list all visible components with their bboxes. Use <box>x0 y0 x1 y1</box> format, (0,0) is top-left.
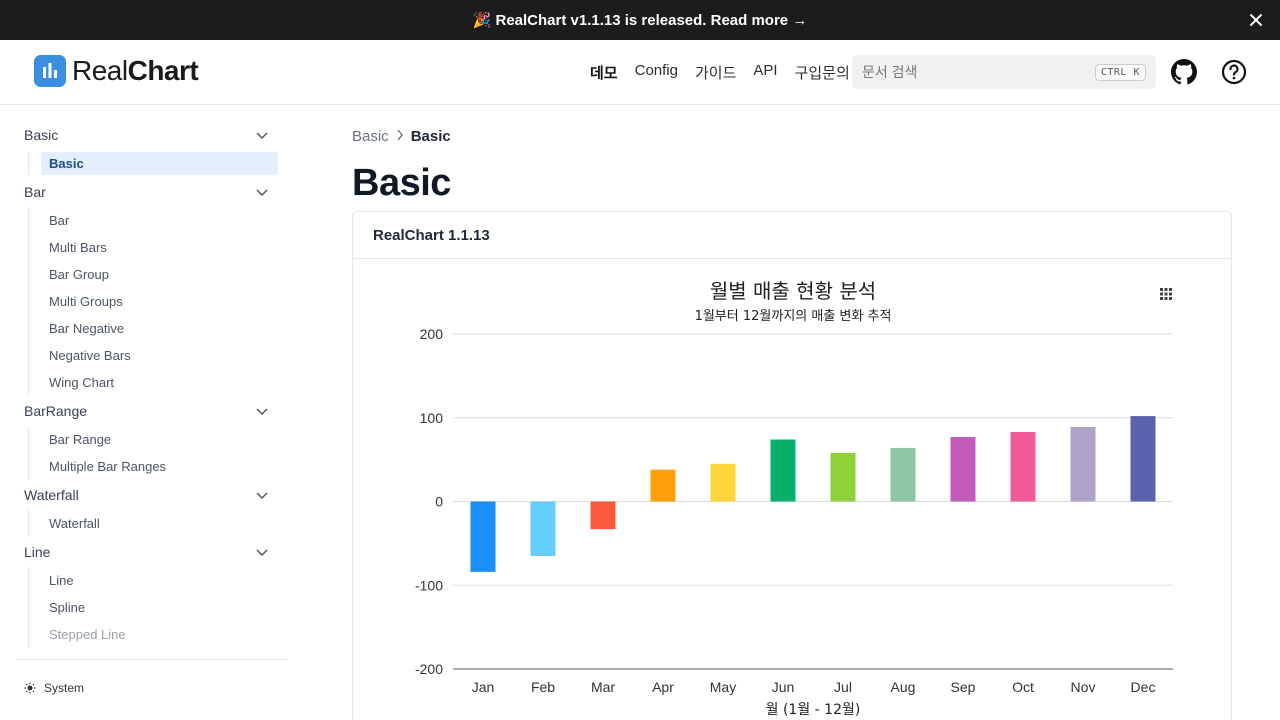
sidebar-item-basic[interactable]: Basic <box>41 152 278 175</box>
sidebar-item-wing-chart[interactable]: Wing Chart <box>29 369 288 396</box>
nav-config[interactable]: Config <box>635 62 678 83</box>
theme-label: System <box>44 681 85 695</box>
nav-demo[interactable]: 데모 <box>590 62 618 83</box>
sidebar-item-waterfall[interactable]: Waterfall <box>29 510 288 537</box>
close-icon[interactable] <box>1246 10 1266 30</box>
section-title: Waterfall <box>24 487 79 503</box>
sidebar-section-items: Basic <box>28 152 288 175</box>
sidebar-item-stepped-line[interactable]: Stepped Line <box>29 621 288 648</box>
bar-feb <box>530 501 556 556</box>
y-tick-label: 200 <box>420 326 444 342</box>
x-tick-label: Sep <box>951 679 976 695</box>
announcement-link[interactable]: 🎉 RealChart v1.1.13 is released. Read mo… <box>473 11 808 29</box>
sidebar-item-negative-bars[interactable]: Negative Bars <box>29 342 288 369</box>
x-tick-label: Jun <box>772 679 795 695</box>
sidebar-section-bar[interactable]: Bar <box>16 177 288 207</box>
x-tick-label: Apr <box>652 679 674 695</box>
sidebar-section-items: Waterfall <box>28 510 288 537</box>
search-placeholder: 문서 검색 <box>862 64 918 80</box>
y-tick-label: 0 <box>435 494 443 510</box>
sidebar-section-items: Bar Range Multiple Bar Ranges <box>28 426 288 480</box>
bar-mar <box>590 501 616 530</box>
sidebar-item-bar[interactable]: Bar <box>29 207 288 234</box>
x-tick-label: Jul <box>834 679 852 695</box>
page-title: Basic <box>352 162 451 204</box>
section-title: Line <box>24 544 51 560</box>
sidebar-item-line[interactable]: Line <box>29 567 288 594</box>
breadcrumb-item[interactable]: Basic <box>352 128 389 145</box>
bar-jan <box>470 501 496 572</box>
sidebar-section-line[interactable]: Line <box>16 537 288 567</box>
chevron-down-icon <box>256 544 268 560</box>
y-tick-label: -200 <box>415 661 443 677</box>
section-title: Basic <box>24 127 59 143</box>
x-tick-label: Aug <box>891 679 916 695</box>
bar-oct <box>1010 431 1036 502</box>
section-title: Bar <box>24 184 46 200</box>
x-tick-label: Jan <box>472 679 495 695</box>
sidebar-item-multi-bars[interactable]: Multi Bars <box>29 234 288 261</box>
chart-subtitle: 1월부터 12월까지의 매출 변화 추적 <box>695 309 892 324</box>
sun-icon <box>24 682 36 694</box>
github-icon[interactable] <box>1171 59 1197 85</box>
logo-text: RealChart <box>72 55 199 86</box>
bar-apr <box>650 469 676 502</box>
bar-sep <box>950 437 976 502</box>
y-tick-label: 100 <box>420 410 444 426</box>
breadcrumb: Basic Basic <box>352 128 451 145</box>
x-tick-label: Dec <box>1131 679 1156 695</box>
sidebar-section-items: Line Spline Stepped Line <box>28 567 288 648</box>
sidebar-section-items: Bar Multi Bars Bar Group Multi Groups Ba… <box>28 207 288 396</box>
chart-logo-icon <box>34 55 66 87</box>
top-header: RealChart 데모 Config 가이드 API 구입문의 문서 검색 C… <box>0 40 1280 105</box>
breadcrumb-current: Basic <box>410 128 451 145</box>
help-circle-icon[interactable] <box>1221 59 1247 85</box>
bar-nov <box>1070 426 1096 502</box>
bar-dec <box>1130 416 1156 502</box>
sidebar-item-bar-group[interactable]: Bar Group <box>29 261 288 288</box>
sidebar: Basic Basic Bar Bar Multi Bars Bar Group… <box>16 105 288 660</box>
chevron-right-icon <box>396 128 404 145</box>
card-title: RealChart 1.1.13 <box>353 212 1231 259</box>
nav-guide[interactable]: 가이드 <box>695 62 736 83</box>
x-tick-label: Feb <box>531 679 555 695</box>
main-nav: 데모 Config 가이드 API 구입문의 <box>590 62 867 83</box>
chevron-down-icon <box>256 127 268 143</box>
x-tick-label: Nov <box>1071 679 1096 695</box>
sidebar-item-bar-range[interactable]: Bar Range <box>29 426 288 453</box>
nav-api[interactable]: API <box>753 62 777 83</box>
sidebar-section-waterfall[interactable]: Waterfall <box>16 480 288 510</box>
bar-may <box>710 463 736 502</box>
sidebar-section-barrange[interactable]: BarRange <box>16 396 288 426</box>
section-title: BarRange <box>24 403 88 419</box>
x-tick-label: May <box>710 679 736 695</box>
grid-menu-icon[interactable] <box>1158 286 1174 302</box>
x-tick-label: Mar <box>591 679 615 695</box>
bar-chart: 월별 매출 현황 분석 1월부터 12월까지의 매출 변화 추적 200 100 0 -1… <box>415 279 1173 718</box>
search-shortcut: CTRL K <box>1094 63 1146 81</box>
sidebar-item-multi-groups[interactable]: Multi Groups <box>29 288 288 315</box>
logo[interactable]: RealChart <box>34 55 199 87</box>
chart-title: 월별 매출 현황 분석 <box>710 279 876 303</box>
chevron-down-icon <box>256 487 268 503</box>
sidebar-divider <box>16 659 288 660</box>
sidebar-item-multiple-bar-ranges[interactable]: Multiple Bar Ranges <box>29 453 288 480</box>
sidebar-item-bar-negative[interactable]: Bar Negative <box>29 315 288 342</box>
y-tick-label: -100 <box>415 577 443 593</box>
bar-aug <box>890 447 916 502</box>
announcement-bar: 🎉 RealChart v1.1.13 is released. Read mo… <box>0 0 1280 40</box>
nav-purchase[interactable]: 구입문의 <box>795 62 850 83</box>
demo-card: RealChart 1.1.13 월별 매출 현황 분석 1월부터 12월까지의 … <box>352 211 1232 720</box>
x-axis-label: 월 (1월 - 12월) <box>766 702 861 718</box>
chevron-down-icon <box>256 184 268 200</box>
search-input[interactable]: 문서 검색 CTRL K <box>852 55 1156 89</box>
chevron-down-icon <box>256 403 268 419</box>
theme-toggle[interactable]: System <box>24 681 84 695</box>
sidebar-item-spline[interactable]: Spline <box>29 594 288 621</box>
sidebar-section-basic[interactable]: Basic <box>16 120 288 150</box>
x-tick-label: Oct <box>1012 679 1034 695</box>
bar-jun <box>770 439 796 502</box>
bar-jul <box>830 452 856 502</box>
